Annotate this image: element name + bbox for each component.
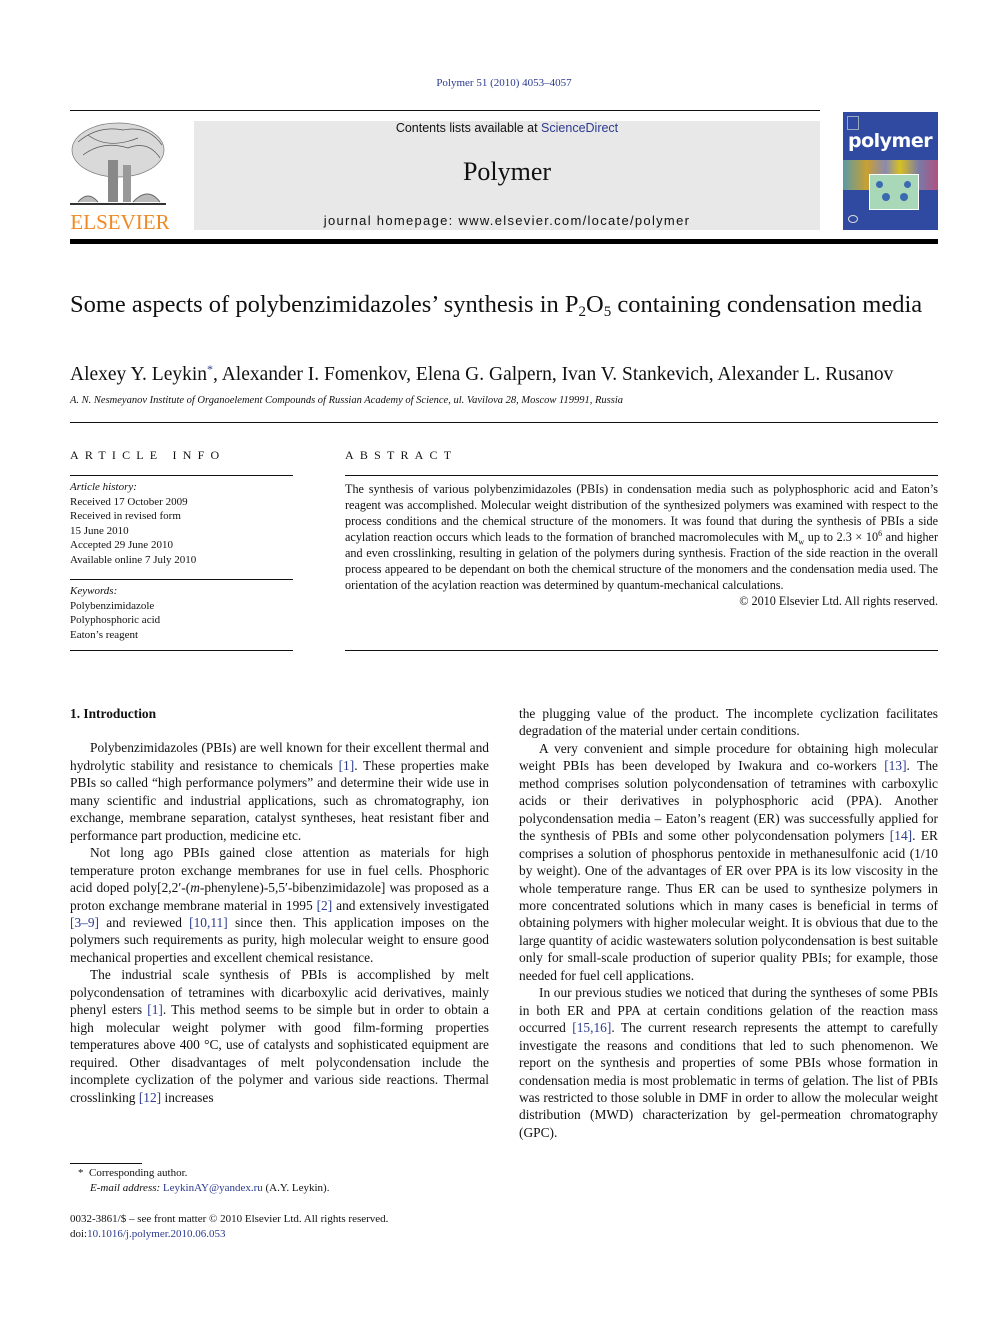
cover-molecule-panel bbox=[869, 174, 919, 210]
text-italic: m bbox=[190, 880, 200, 896]
history-item: Available online 7 July 2010 bbox=[70, 553, 197, 566]
history-label: Article history: bbox=[70, 481, 137, 493]
divider bbox=[70, 475, 293, 476]
article-title: Some aspects of polybenzimidazoles’ synt… bbox=[70, 290, 950, 320]
corresponding-author-note: * Corresponding author. bbox=[78, 1166, 498, 1181]
footnote: * Corresponding author. E-mail address: … bbox=[78, 1166, 498, 1196]
text: and reviewed bbox=[99, 914, 190, 930]
cover-elsevier-mark-icon bbox=[847, 116, 859, 130]
issn-line: 0032-3861/$ – see front matter © 2010 El… bbox=[70, 1213, 389, 1225]
keyword-item: Polyphosphoric acid bbox=[70, 614, 161, 627]
email-link[interactable]: LeykinAY@yandex.ru bbox=[163, 1182, 263, 1194]
text: A very convenient and simple procedure f… bbox=[519, 740, 938, 774]
history-item: Received 17 October 2009 bbox=[70, 495, 188, 508]
title-text: O bbox=[586, 291, 604, 318]
abstract-heading: ABSTRACT bbox=[345, 448, 458, 462]
divider bbox=[70, 579, 293, 580]
journal-masthead: Contents lists available at ScienceDirec… bbox=[194, 121, 820, 230]
article-info-heading: ARTICLE INFO bbox=[70, 448, 226, 462]
history-item: Accepted 29 June 2010 bbox=[70, 539, 173, 552]
title-text: Some aspects of polybenzimidazoles’ synt… bbox=[70, 291, 579, 318]
journal-homepage[interactable]: journal homepage: www.elsevier.com/locat… bbox=[194, 213, 820, 228]
paragraph: Not long ago PBIs gained close attention… bbox=[70, 844, 489, 966]
reference-link[interactable]: [12] bbox=[139, 1090, 161, 1105]
abstract-body: The synthesis of various polybenzimidazo… bbox=[345, 481, 938, 609]
body-column-left: 1. Introduction Polybenzimidazoles (PBIs… bbox=[70, 705, 489, 1106]
contents-available-line: Contents lists available at ScienceDirec… bbox=[194, 121, 820, 135]
divider bbox=[70, 650, 293, 651]
email-note: E-mail address: LeykinAY@yandex.ru (A.Y.… bbox=[78, 1181, 498, 1196]
journal-citation[interactable]: Polymer 51 (2010) 4053–4057 bbox=[0, 77, 992, 89]
text: . This method seems to be simple but in … bbox=[70, 1002, 489, 1105]
keywords-label: Keywords: bbox=[70, 585, 118, 597]
reference-link[interactable]: [10,11] bbox=[189, 915, 228, 930]
elsevier-tree-icon bbox=[70, 122, 166, 205]
reference-link[interactable]: [1] bbox=[147, 1002, 163, 1017]
keywords: Keywords: Polybenzimidazole Polyphosphor… bbox=[70, 584, 293, 642]
contents-prefix: Contents lists available at bbox=[395, 121, 542, 135]
journal-cover-image[interactable]: polymer bbox=[843, 112, 938, 230]
citation-link[interactable]: Polymer 51 (2010) 4053–4057 bbox=[436, 77, 571, 89]
doi-label: doi: bbox=[70, 1228, 88, 1240]
reference-link[interactable]: [1] bbox=[339, 758, 355, 773]
reference-link[interactable]: [2] bbox=[317, 898, 333, 913]
sciencedirect-link[interactable]: ScienceDirect bbox=[541, 121, 618, 135]
cover-seal-icon bbox=[848, 215, 858, 223]
reference-link[interactable]: [13] bbox=[884, 758, 906, 773]
divider bbox=[345, 475, 938, 476]
divider bbox=[345, 650, 938, 651]
text: . ER comprises a solution of phosphorus … bbox=[519, 828, 938, 983]
author-name: Alexey Y. Leykin bbox=[70, 364, 208, 385]
article-history: Article history: Received 17 October 200… bbox=[70, 480, 293, 568]
paragraph: In our previous studies we noticed that … bbox=[519, 984, 938, 1141]
text: . The current research represents the at… bbox=[519, 1020, 938, 1140]
keyword-item: Polybenzimidazole bbox=[70, 599, 155, 612]
divider bbox=[70, 422, 938, 423]
title-text: containing condensation media bbox=[611, 291, 923, 318]
paragraph: Polybenzimidazoles (PBIs) are well known… bbox=[70, 739, 489, 844]
abstract-copyright: © 2010 Elsevier Ltd. All rights reserved… bbox=[739, 594, 938, 608]
text: increases bbox=[161, 1089, 214, 1105]
doi-link[interactable]: 10.1016/j.polymer.2010.06.053 bbox=[87, 1228, 225, 1240]
cover-title: polymer bbox=[848, 130, 933, 152]
journal-name: Polymer bbox=[462, 157, 552, 186]
text: and extensively investigated bbox=[332, 897, 489, 913]
history-item: Received in revised form bbox=[70, 510, 181, 523]
email-suffix: (A.Y. Leykin). bbox=[262, 1182, 330, 1194]
elsevier-logo[interactable]: ELSEVIER bbox=[68, 120, 172, 234]
title-subscript: 2 bbox=[578, 304, 587, 320]
doi-line: doi:10.1016/j.polymer.2010.06.053 bbox=[70, 1227, 490, 1242]
section-heading: 1. Introduction bbox=[70, 706, 157, 721]
reference-link[interactable]: [15,16] bbox=[572, 1020, 611, 1035]
author-list: Alexey Y. Leykin*, Alexander I. Fomenkov… bbox=[70, 362, 950, 386]
author-names: , Alexander I. Fomenkov, Elena G. Galper… bbox=[213, 364, 894, 385]
header-thick-rule bbox=[70, 239, 938, 244]
footnote-mark: * bbox=[78, 1167, 84, 1179]
reference-link[interactable]: [14] bbox=[890, 828, 912, 843]
front-matter: 0032-3861/$ – see front matter © 2010 El… bbox=[70, 1212, 490, 1242]
history-item: 15 June 2010 bbox=[70, 524, 129, 537]
footnote-text: Corresponding author. bbox=[89, 1167, 188, 1179]
paragraph: the plugging value of the product. The i… bbox=[519, 706, 938, 739]
footnote-rule bbox=[70, 1163, 142, 1164]
paragraph: A very convenient and simple procedure f… bbox=[519, 740, 938, 984]
body-column-right: the plugging value of the product. The i… bbox=[519, 705, 938, 1141]
email-label: E-mail address: bbox=[90, 1182, 161, 1194]
paragraph: The industrial scale synthesis of PBIs i… bbox=[70, 966, 489, 1106]
top-rule bbox=[70, 110, 820, 111]
keyword-item: Eaton’s reagent bbox=[70, 628, 139, 641]
elsevier-wordmark: ELSEVIER bbox=[70, 210, 170, 234]
abstract-text: up to 2.3 × 10 bbox=[804, 530, 879, 544]
reference-link[interactable]: [3–9] bbox=[70, 915, 99, 930]
affiliation: A. N. Nesmeyanov Institute of Organoelem… bbox=[70, 395, 624, 406]
